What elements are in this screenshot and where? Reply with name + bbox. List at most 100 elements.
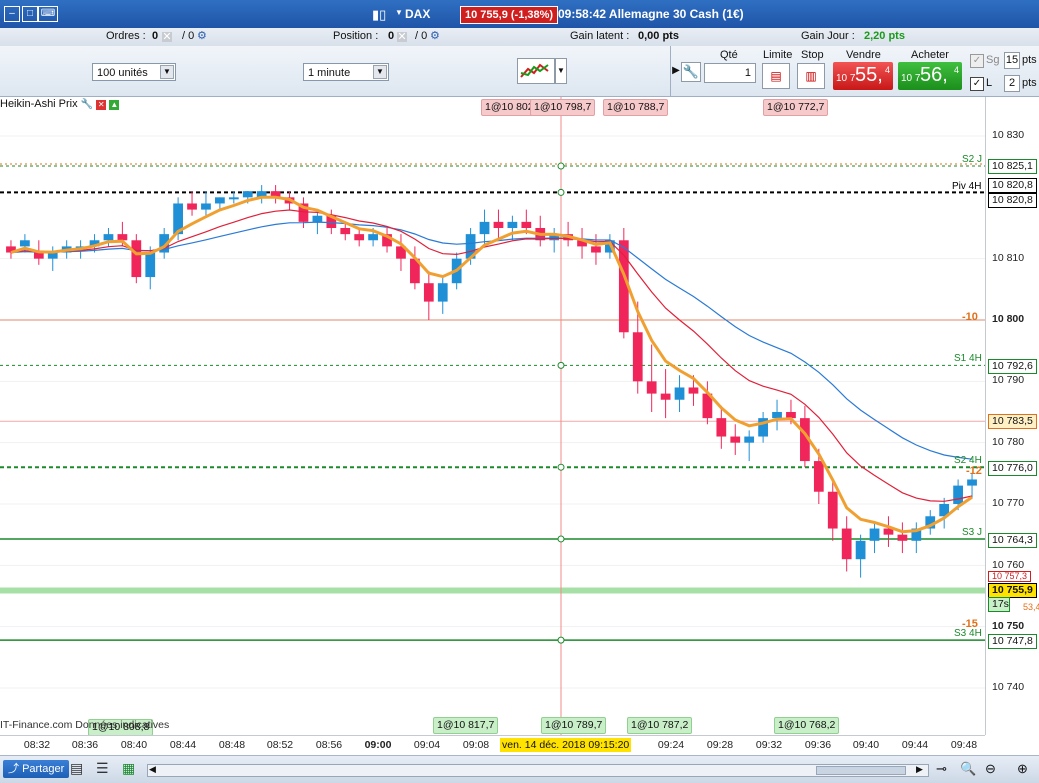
zoom-in-icon[interactable]: ⊕ — [1017, 761, 1028, 777]
qty-input[interactable]: 1 — [704, 63, 756, 83]
share-button[interactable]: ⤴ Partager — [3, 760, 70, 778]
x-tick: 09:24 — [657, 739, 685, 751]
level-tag: 10 747,8 — [988, 634, 1037, 649]
buy-button[interactable]: 10 7 56, 4 — [898, 62, 962, 90]
sell-button[interactable]: 10 7 55, 4 — [833, 62, 893, 90]
wrench-icon[interactable]: 🔧 — [681, 62, 701, 82]
limit-order-icon[interactable]: ▤ — [762, 63, 790, 89]
price-chart[interactable]: Heikin-Ashi Prix 🔧 ✕ ▲ 1@10 802 1@10 798… — [0, 97, 985, 735]
order-tag[interactable]: 1@10 788,7 — [603, 99, 669, 116]
cursor-time-label: ven. 14 déc. 2018 09:15:20 — [500, 738, 632, 752]
candle-body — [716, 418, 727, 437]
position-total: / 0 — [415, 30, 428, 42]
candle-body — [145, 252, 156, 278]
scrollbar-thumb[interactable] — [816, 766, 906, 775]
candle-body — [646, 381, 657, 394]
level-tag: 10 783,5 — [988, 414, 1037, 429]
gain-latent-value: 0,00 pts — [638, 30, 679, 42]
candle-body — [632, 332, 643, 382]
l-checkbox[interactable]: ✓ — [970, 77, 984, 91]
chevron-down-icon[interactable]: ▼ — [395, 8, 403, 17]
indicator-button[interactable] — [517, 58, 555, 84]
scroll-right-icon[interactable]: ▶ — [916, 764, 923, 775]
pin-icon[interactable]: ⊸ — [936, 761, 947, 777]
candle-body — [688, 387, 699, 394]
x-tick: 09:04 — [413, 739, 441, 751]
x-tick: 09:36 — [804, 739, 832, 751]
ma-slow-line — [10, 221, 973, 460]
quantity-select[interactable]: 100 unités ▼ — [92, 63, 176, 81]
candle-body — [187, 203, 197, 210]
sg-checkbox[interactable]: ✓ — [970, 54, 984, 68]
chart-canvas[interactable] — [0, 97, 985, 735]
gear-icon[interactable]: ⚙ — [430, 29, 440, 42]
y-tick: 10 830 — [992, 129, 1025, 141]
stop-order-icon[interactable]: ▥ — [797, 63, 825, 89]
level-label: -10 — [962, 311, 978, 323]
gear-icon[interactable]: ⚙ — [197, 29, 207, 42]
window-title: 09:58:42 Allemagne 30 Cash (1€) — [558, 7, 744, 21]
keyboard-icon[interactable]: ⌨ — [38, 6, 58, 22]
x-tick: 09:32 — [755, 739, 783, 751]
last-price-tag: 10 755,9 — [988, 583, 1037, 598]
zoom-out-icon[interactable]: ⊖ — [985, 761, 996, 777]
close-position-icon[interactable]: ✕ — [397, 32, 407, 43]
list-icon[interactable]: ☰ — [96, 760, 109, 777]
order-tag[interactable]: 1@10 772,7 — [763, 99, 829, 116]
instrument-name[interactable]: DAX — [405, 7, 430, 21]
cancel-orders-icon[interactable]: ✕ — [162, 32, 172, 43]
table-icon[interactable]: ▦ — [122, 760, 135, 777]
y-tick: 10 750 — [992, 620, 1025, 632]
close-indicator-icon[interactable]: ✕ — [96, 100, 107, 110]
candle-body — [841, 528, 852, 560]
order-tag[interactable]: 1@10 817,7 — [433, 717, 499, 734]
wrench-icon[interactable]: 🔧 — [81, 99, 93, 110]
document-icon[interactable]: ▤ — [70, 760, 83, 777]
gain-jour-value: 2,20 pts — [864, 30, 905, 42]
candle-body — [507, 221, 518, 228]
level-tag: 10 776,0 — [988, 461, 1037, 476]
zoom-icon[interactable]: 🔍 — [960, 761, 976, 777]
indicator-legend[interactable]: Heikin-Ashi Prix 🔧 ✕ ▲ — [0, 98, 122, 112]
level-tag: 10 825,1 — [988, 159, 1037, 174]
interval-select[interactable]: 1 minute ▼ — [303, 63, 389, 81]
buy-label: Acheter — [911, 49, 949, 61]
level-label: S1 4H — [954, 353, 982, 364]
maximize-icon[interactable]: □ — [22, 6, 38, 22]
candle-body — [437, 283, 448, 302]
order-tag[interactable]: 1@10 798,7 — [530, 99, 596, 116]
scroll-left-icon[interactable]: ◀ — [149, 764, 156, 775]
price-axis[interactable]: 10 830 10 810 10 800 10 790 10 780 10 77… — [985, 97, 1039, 735]
sg-input[interactable]: 15 — [1004, 52, 1020, 69]
l-input[interactable]: 2 — [1004, 75, 1020, 92]
candle-body — [117, 234, 128, 241]
countdown-tag: 17s — [988, 597, 1010, 612]
indicator-chart-icon — [520, 63, 549, 78]
order-tag[interactable]: 1@10 787,2 — [627, 717, 693, 734]
indicator-dropdown[interactable]: ▼ — [555, 58, 567, 84]
sell-price-main: 55, — [855, 64, 883, 86]
level-marker — [557, 188, 565, 196]
time-axis[interactable]: 08:32 08:36 08:40 08:44 08:48 08:52 08:5… — [0, 735, 985, 756]
minimize-icon[interactable]: – — [4, 6, 20, 22]
candle-body — [479, 221, 490, 235]
orders-label: Ordres : — [106, 30, 146, 42]
level-tag: 10 820,8 — [988, 193, 1037, 208]
bar-chart-icon[interactable]: ▮▯ — [372, 7, 386, 23]
chevron-down-icon: ▼ — [160, 65, 174, 79]
candle-body — [242, 191, 253, 198]
copyright-text: IT-Finance.com Données indicatives — [0, 719, 170, 731]
buy-price-decimal: 4 — [953, 65, 959, 75]
x-tick: 09:00 — [364, 739, 392, 751]
interval-select-value: 1 minute — [308, 67, 351, 79]
candle-body — [312, 215, 323, 222]
candle-body — [967, 479, 977, 486]
candle-body — [521, 221, 532, 228]
order-tag[interactable]: 1@10 789,7 — [541, 717, 607, 734]
chevron-right-icon[interactable]: ▶ — [670, 46, 681, 96]
horizontal-scrollbar[interactable]: ◀ ▶ — [147, 764, 929, 777]
order-tag[interactable]: 1@10 768,2 — [774, 717, 840, 734]
candle-body — [827, 491, 838, 529]
y-tick: 10 770 — [992, 497, 1025, 509]
move-up-icon[interactable]: ▲ — [109, 100, 120, 110]
